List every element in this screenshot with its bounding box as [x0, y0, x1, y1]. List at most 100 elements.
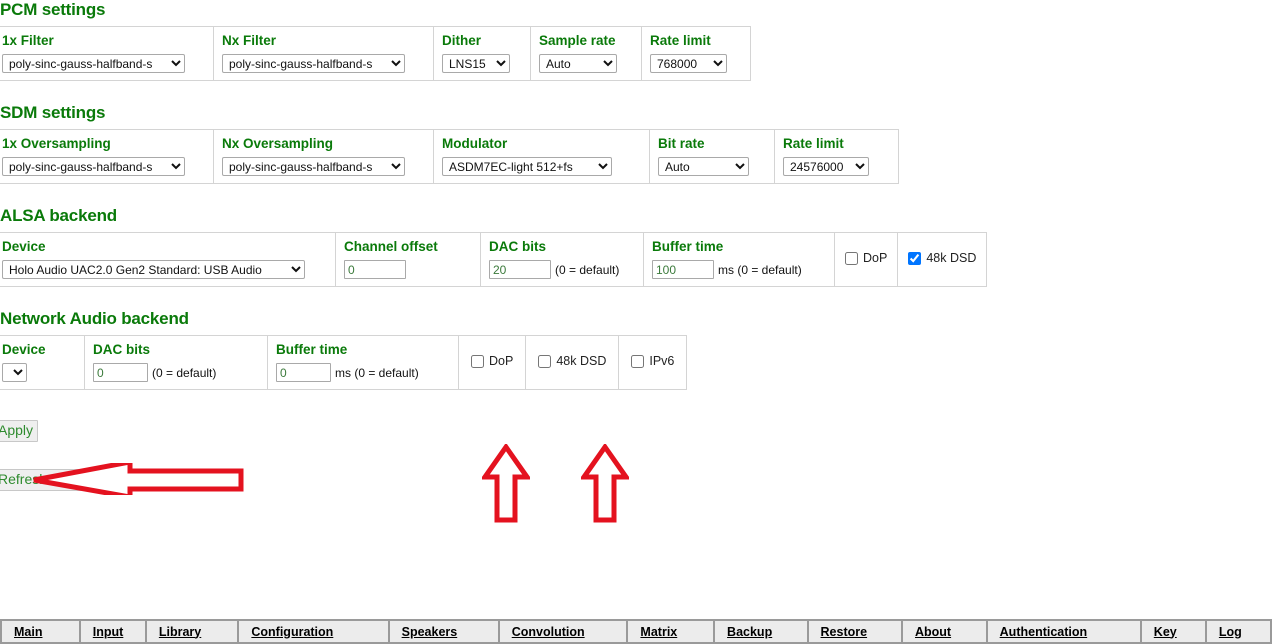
network-48k-dsd-cell: 48k DSD — [525, 335, 620, 390]
network-ipv6-checkbox-input[interactable] — [631, 354, 645, 368]
alsa-dop-label: DoP — [863, 251, 888, 266]
nav-restore-link[interactable]: Restore — [821, 625, 868, 639]
network-ipv6-cell: IPv6 — [618, 335, 688, 390]
network-section-title: Network Audio backend — [0, 309, 189, 328]
sdm-nx-oversampling-label: Nx Oversampling — [222, 136, 334, 151]
sdm-modulator-label: Modulator — [442, 136, 508, 151]
alsa-48k-dsd-label: 48k DSD — [926, 251, 977, 266]
nav-speakers-link[interactable]: Speakers — [402, 625, 458, 639]
refresh-devices-button[interactable]: Refresh devices — [0, 469, 104, 491]
pcm-sample-rate-cell: Sample rate Auto — [530, 26, 642, 81]
nav-main-link[interactable]: Main — [14, 625, 42, 639]
network-buffer-time-hint: ms (0 = default) — [335, 365, 419, 380]
network-settings-table: Device DAC bits (0 = default) Buffer tim… — [0, 335, 688, 390]
network-ipv6-checkbox[interactable]: IPv6 — [631, 354, 674, 368]
nav-backup[interactable]: Backup — [715, 621, 809, 642]
network-dop-label: DoP — [489, 354, 514, 369]
alsa-section-title: ALSA backend — [0, 206, 117, 225]
alsa-channel-offset-input[interactable] — [344, 260, 406, 279]
alsa-device-cell: Device Holo Audio UAC2.0 Gen2 Standard: … — [0, 232, 336, 287]
network-device-cell: Device — [0, 335, 85, 390]
table-row: Device DAC bits (0 = default) Buffer tim… — [0, 335, 688, 390]
alsa-dac-bits-label: DAC bits — [489, 239, 546, 254]
network-device-label: Device — [2, 342, 46, 357]
nav-configuration[interactable]: Configuration — [239, 621, 390, 642]
nav-input[interactable]: Input — [81, 621, 147, 642]
nav-convolution-link[interactable]: Convolution — [512, 625, 585, 639]
nav-about[interactable]: About — [903, 621, 988, 642]
network-buffer-time-input[interactable] — [276, 363, 331, 382]
sdm-bit-rate-select[interactable]: Auto — [658, 157, 749, 176]
nav-log[interactable]: Log — [1207, 621, 1272, 642]
sdm-nx-oversampling-select[interactable]: poly-sinc-gauss-halfband-s — [222, 157, 405, 176]
network-48k-dsd-checkbox-input[interactable] — [538, 354, 552, 368]
pcm-dither-cell: Dither LNS15 — [433, 26, 531, 81]
network-device-select[interactable] — [2, 363, 27, 382]
alsa-device-label: Device — [2, 239, 46, 254]
alsa-dop-checkbox-input[interactable] — [845, 251, 858, 265]
pcm-nx-filter-select[interactable]: poly-sinc-gauss-halfband-s — [222, 54, 405, 73]
alsa-dac-bits-hint: (0 = default) — [555, 262, 620, 277]
pcm-rate-limit-select[interactable]: 768000 — [650, 54, 727, 73]
sdm-rate-limit-cell: Rate limit 24576000 — [774, 129, 899, 184]
sdm-rate-limit-label: Rate limit — [783, 136, 844, 151]
alsa-48k-dsd-checkbox-input[interactable] — [908, 251, 922, 265]
pcm-dither-select[interactable]: LNS15 — [442, 54, 510, 73]
network-dac-bits-hint: (0 = default) — [152, 365, 217, 380]
alsa-48k-dsd-checkbox[interactable]: 48k DSD — [908, 251, 976, 265]
nav-matrix[interactable]: Matrix — [628, 621, 716, 642]
nav-log-link[interactable]: Log — [1219, 625, 1242, 639]
sdm-modulator-select[interactable]: ASDM7EC-light 512+fs — [442, 157, 612, 176]
nav-main[interactable]: Main — [2, 621, 81, 642]
alsa-dop-checkbox[interactable]: DoP — [845, 251, 887, 265]
sdm-settings-table: 1x Oversampling poly-sinc-gauss-halfband… — [0, 129, 899, 184]
bottom-navigation-bar: Main Input Library Configuration Speaker… — [0, 619, 1272, 644]
alsa-settings-table: Device Holo Audio UAC2.0 Gen2 Standard: … — [0, 232, 988, 287]
nav-matrix-link[interactable]: Matrix — [640, 625, 677, 639]
nav-authentication-link[interactable]: Authentication — [1000, 625, 1088, 639]
pcm-1x-filter-select[interactable]: poly-sinc-gauss-halfband-s — [2, 54, 185, 73]
pcm-rate-limit-cell: Rate limit 768000 — [641, 26, 751, 81]
pcm-sample-rate-label: Sample rate — [539, 33, 616, 48]
sdm-rate-limit-select[interactable]: 24576000 — [783, 157, 869, 176]
nav-key[interactable]: Key — [1142, 621, 1207, 642]
alsa-buffer-time-input[interactable] — [652, 260, 714, 279]
alsa-buffer-time-label: Buffer time — [652, 239, 724, 254]
nav-configuration-link[interactable]: Configuration — [251, 625, 333, 639]
sdm-bit-rate-label: Bit rate — [658, 136, 705, 151]
pcm-rate-limit-label: Rate limit — [650, 33, 711, 48]
alsa-dac-bits-input[interactable] — [489, 260, 551, 279]
nav-about-link[interactable]: About — [915, 625, 951, 639]
pcm-sample-rate-select[interactable]: Auto — [539, 54, 617, 73]
nav-restore[interactable]: Restore — [809, 621, 903, 642]
sdm-section-title: SDM settings — [0, 103, 106, 122]
network-dac-bits-cell: DAC bits (0 = default) — [84, 335, 268, 390]
network-48k-dsd-checkbox[interactable]: 48k DSD — [538, 354, 606, 368]
pcm-settings-table: 1x Filter poly-sinc-gauss-halfband-s Nx … — [0, 26, 751, 81]
network-dop-checkbox-input[interactable] — [471, 354, 484, 368]
network-dac-bits-label: DAC bits — [93, 342, 150, 357]
nav-speakers[interactable]: Speakers — [390, 621, 500, 642]
sdm-1x-oversampling-select[interactable]: poly-sinc-gauss-halfband-s — [2, 157, 185, 176]
sdm-1x-oversampling-cell: 1x Oversampling poly-sinc-gauss-halfband… — [0, 129, 214, 184]
pcm-1x-filter-label: 1x Filter — [2, 33, 54, 48]
nav-backup-link[interactable]: Backup — [727, 625, 772, 639]
network-buffer-time-row: ms (0 = default) — [276, 363, 450, 382]
nav-library-link[interactable]: Library — [159, 625, 201, 639]
network-dac-bits-input[interactable] — [93, 363, 148, 382]
pcm-nx-filter-cell: Nx Filter poly-sinc-gauss-halfband-s — [213, 26, 434, 81]
alsa-channel-offset-cell: Channel offset — [335, 232, 481, 287]
alsa-buffer-time-row: ms (0 = default) — [652, 260, 826, 279]
apply-button[interactable]: Apply — [0, 420, 39, 442]
nav-library[interactable]: Library — [147, 621, 240, 642]
settings-page: PCM settings 1x Filter poly-sinc-gauss-h… — [0, 0, 1280, 644]
alsa-dac-bits-cell: DAC bits (0 = default) — [480, 232, 644, 287]
pcm-nx-filter-label: Nx Filter — [222, 33, 277, 48]
alsa-device-select[interactable]: Holo Audio UAC2.0 Gen2 Standard: USB Aud… — [2, 260, 305, 279]
network-dop-checkbox[interactable]: DoP — [471, 354, 513, 368]
nav-input-link[interactable]: Input — [93, 625, 124, 639]
nav-key-link[interactable]: Key — [1154, 625, 1177, 639]
network-buffer-time-label: Buffer time — [276, 342, 348, 357]
nav-authentication[interactable]: Authentication — [988, 621, 1142, 642]
nav-convolution[interactable]: Convolution — [500, 621, 629, 642]
